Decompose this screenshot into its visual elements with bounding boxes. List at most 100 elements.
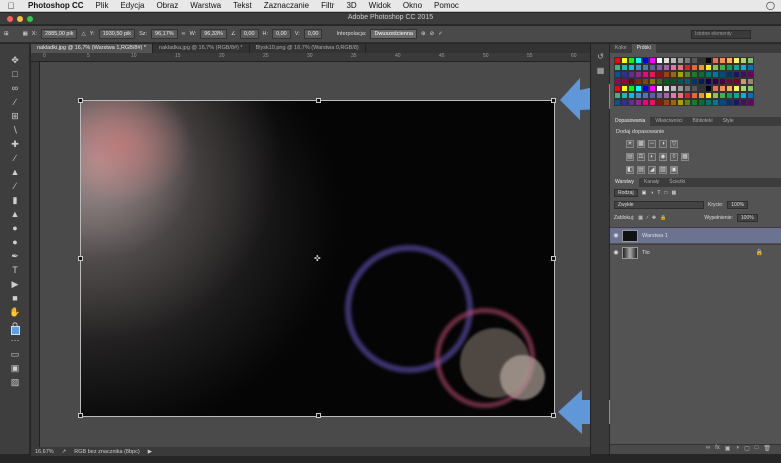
free-transform-box[interactable]: ✜ bbox=[78, 98, 556, 418]
tab-adjustments[interactable]: Dopasowania bbox=[610, 117, 651, 126]
filter-type-icon[interactable]: T bbox=[657, 190, 660, 196]
color-swatch[interactable] bbox=[670, 99, 677, 106]
color-swatch[interactable] bbox=[614, 57, 621, 64]
color-swatch[interactable] bbox=[628, 99, 635, 106]
color-swatch[interactable] bbox=[663, 78, 670, 85]
hskew-field[interactable]: 0,00 bbox=[272, 29, 291, 39]
more-tools-icon[interactable]: ⋯ bbox=[8, 334, 22, 346]
transform-handle[interactable] bbox=[78, 413, 83, 418]
color-swatch[interactable] bbox=[677, 71, 684, 78]
menu-plik[interactable]: Plik bbox=[90, 1, 115, 10]
fill-field[interactable]: 100% bbox=[736, 214, 758, 222]
color-swatch[interactable] bbox=[719, 78, 726, 85]
canvas-workspace[interactable]: ✜ bbox=[40, 62, 628, 447]
brush-tool-icon[interactable]: ∕ bbox=[8, 152, 22, 164]
color-swatch[interactable] bbox=[621, 92, 628, 99]
color-swatch[interactable] bbox=[747, 92, 754, 99]
color-swatch[interactable] bbox=[670, 78, 677, 85]
color-swatch[interactable] bbox=[726, 64, 733, 71]
gradient-map-icon[interactable]: ▧ bbox=[659, 166, 667, 174]
color-swatch[interactable] bbox=[621, 85, 628, 92]
reference-point-icon[interactable]: ▦ bbox=[23, 31, 28, 37]
color-swatch[interactable] bbox=[656, 78, 663, 85]
screen-mode-icon[interactable]: ▨ bbox=[8, 376, 22, 388]
color-swatch[interactable] bbox=[684, 99, 691, 106]
color-swatch[interactable] bbox=[684, 78, 691, 85]
photo-filter-icon[interactable]: ◉ bbox=[659, 153, 667, 161]
export-icon[interactable]: ↗ bbox=[62, 449, 67, 455]
color-swatch[interactable] bbox=[677, 85, 684, 92]
menu-zaznaczanie[interactable]: Zaznaczanie bbox=[258, 1, 315, 10]
color-swatch[interactable] bbox=[656, 64, 663, 71]
color-swatch[interactable] bbox=[663, 71, 670, 78]
color-swatch[interactable] bbox=[740, 78, 747, 85]
blend-mode-select[interactable]: Zwykłe bbox=[614, 201, 704, 209]
color-swatch[interactable] bbox=[684, 64, 691, 71]
color-swatch[interactable] bbox=[712, 71, 719, 78]
color-swatch[interactable] bbox=[684, 57, 691, 64]
color-swatch[interactable] bbox=[649, 85, 656, 92]
color-swatch[interactable] bbox=[663, 57, 670, 64]
color-swatch[interactable] bbox=[677, 57, 684, 64]
color-swatch[interactable] bbox=[698, 57, 705, 64]
color-swatch[interactable] bbox=[628, 85, 635, 92]
color-swatch[interactable] bbox=[747, 99, 754, 106]
path-selection-tool-icon[interactable]: ▶ bbox=[8, 278, 22, 290]
cancel-transform-icon[interactable]: ⊘ bbox=[430, 31, 435, 37]
transform-handle[interactable] bbox=[78, 98, 83, 103]
menu-okno[interactable]: Okno bbox=[397, 1, 428, 10]
lock-position-icon[interactable]: ✥ bbox=[652, 215, 656, 221]
color-swatch[interactable] bbox=[726, 78, 733, 85]
color-swatch[interactable] bbox=[719, 71, 726, 78]
tab-styles[interactable]: Style bbox=[718, 117, 739, 126]
channel-mixer-icon[interactable]: ◊ bbox=[670, 153, 678, 161]
color-swatch[interactable] bbox=[705, 71, 712, 78]
status-menu-icon[interactable]: ▶ bbox=[148, 449, 152, 455]
color-swatch[interactable] bbox=[635, 92, 642, 99]
color-swatch[interactable] bbox=[740, 57, 747, 64]
menu-pomoc[interactable]: Pomoc bbox=[428, 1, 465, 10]
color-swatch[interactable] bbox=[733, 99, 740, 106]
color-swatch[interactable] bbox=[656, 92, 663, 99]
hue-saturation-icon[interactable]: ▤ bbox=[626, 153, 634, 161]
color-swatch[interactable] bbox=[649, 71, 656, 78]
add-mask-icon[interactable]: ▣ bbox=[725, 445, 731, 454]
color-swatch[interactable] bbox=[705, 78, 712, 85]
transform-tool-icon[interactable]: ⊞ bbox=[4, 31, 9, 37]
color-swatch[interactable] bbox=[628, 64, 635, 71]
color-swatch[interactable] bbox=[698, 78, 705, 85]
color-swatch[interactable] bbox=[705, 64, 712, 71]
menu-photoshop[interactable]: Photoshop CC bbox=[22, 1, 90, 10]
color-swatch[interactable] bbox=[642, 64, 649, 71]
filter-pixel-icon[interactable]: ▣ bbox=[642, 190, 647, 196]
transform-handle[interactable] bbox=[78, 256, 83, 261]
angle-field[interactable]: 0,00 bbox=[239, 29, 259, 39]
y-field[interactable]: 1930,50 pik bbox=[98, 29, 136, 39]
delta-icon[interactable]: △ bbox=[81, 31, 85, 37]
color-swatch[interactable] bbox=[691, 92, 698, 99]
visibility-eye-icon[interactable]: ◉ bbox=[610, 249, 622, 256]
pen-tool-icon[interactable]: ✒ bbox=[8, 250, 22, 262]
color-swatch[interactable] bbox=[719, 57, 726, 64]
warp-icon[interactable]: ⊛ bbox=[421, 31, 426, 37]
foreground-color-swatch[interactable] bbox=[11, 326, 20, 335]
color-swatch[interactable] bbox=[719, 85, 726, 92]
filter-shape-icon[interactable]: □ bbox=[664, 190, 667, 196]
color-swatch[interactable] bbox=[705, 85, 712, 92]
menu-edycja[interactable]: Edycja bbox=[114, 1, 150, 10]
color-swatch[interactable] bbox=[614, 64, 621, 71]
layer-row[interactable]: ◉ Warstwa 1 bbox=[610, 227, 781, 243]
tab-swatches[interactable]: Próbki bbox=[631, 44, 656, 53]
color-swatch[interactable] bbox=[712, 78, 719, 85]
color-swatch[interactable] bbox=[747, 78, 754, 85]
tab-channels[interactable]: Kanały bbox=[639, 178, 664, 187]
color-swatch[interactable] bbox=[747, 64, 754, 71]
swatches-grid[interactable] bbox=[614, 57, 754, 109]
color-swatch[interactable] bbox=[712, 85, 719, 92]
color-swatch[interactable] bbox=[614, 99, 621, 106]
color-swatch[interactable] bbox=[719, 99, 726, 106]
color-swatch[interactable] bbox=[649, 57, 656, 64]
color-balance-icon[interactable]: ⚖ bbox=[637, 153, 645, 161]
color-swatch[interactable] bbox=[656, 99, 663, 106]
color-swatch[interactable] bbox=[635, 57, 642, 64]
